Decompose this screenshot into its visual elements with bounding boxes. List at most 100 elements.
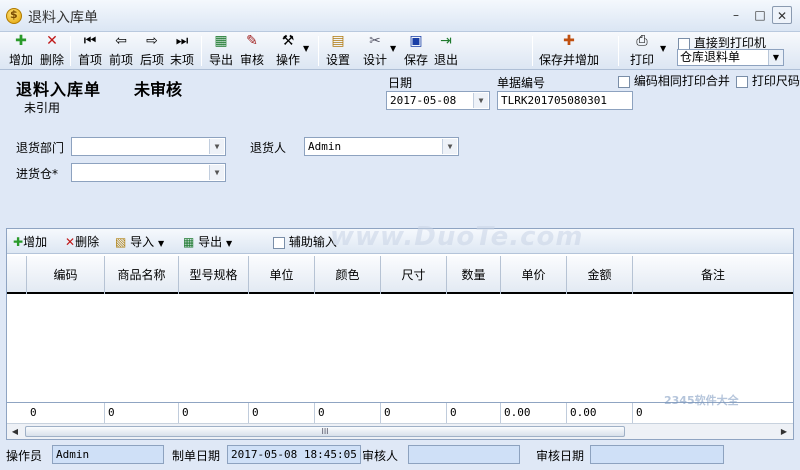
maximize-button[interactable]: □ <box>750 6 770 24</box>
docno-field[interactable]: TLRK201705080301 <box>497 91 633 110</box>
summary-cell: 0 <box>105 403 179 423</box>
design-button[interactable]: ✂ 设计 <box>360 33 390 69</box>
column-header[interactable]: 颜色 <box>315 256 381 294</box>
cross-icon: ✕ <box>46 33 58 49</box>
detail-delete-button[interactable]: ✕删除 <box>65 233 99 250</box>
print-template-select[interactable]: 仓库退料单 ▼ <box>677 49 784 66</box>
add-button[interactable]: ✚ 增加 <box>6 33 36 69</box>
created-date-value: 2017-05-08 18:45:05 <box>227 445 361 464</box>
delete-button[interactable]: ✕ 删除 <box>38 33 66 69</box>
operate-dropdown-icon[interactable]: ▼ <box>303 44 309 53</box>
grid-body[interactable] <box>7 296 793 400</box>
date-field[interactable]: 2017-05-08 ▼ <box>386 91 490 110</box>
audit-button[interactable]: ✎ 审核 <box>238 33 266 69</box>
summary-cell: 0 <box>381 403 447 423</box>
save-add-icon: ✚ <box>563 33 575 49</box>
excel-icon: ▦ <box>183 235 195 249</box>
row-indicator-header <box>7 256 27 294</box>
auditor-label: 审核人 <box>362 449 399 463</box>
column-header[interactable]: 尺寸 <box>381 256 447 294</box>
chevron-down-icon: ▼ <box>768 50 783 65</box>
tools-icon: ⚒ <box>281 33 295 49</box>
prev-button[interactable]: ⇦ 前项 <box>106 33 136 69</box>
first-button[interactable]: ⏮ 首项 <box>76 33 104 69</box>
print-dropdown-icon[interactable]: ▼ <box>660 44 666 53</box>
title-bar <box>0 0 800 32</box>
next-button[interactable]: ⇨ 后项 <box>138 33 166 69</box>
date-label: 日期 <box>388 76 413 90</box>
audit-date-value <box>590 445 724 464</box>
close-button[interactable]: ✕ <box>772 6 792 24</box>
operate-button[interactable]: ⚒ 操作 <box>272 33 304 69</box>
summary-cell: 0 <box>27 403 105 423</box>
auditor-value <box>408 445 520 464</box>
arrow-left-icon: ⇦ <box>115 33 127 49</box>
docno-label: 单据编号 <box>497 76 546 90</box>
export-button[interactable]: ▦ 导出 <box>206 33 236 69</box>
scroll-thumb[interactable]: III <box>25 426 625 437</box>
chevron-down-icon: ▼ <box>158 239 165 248</box>
watermark-logo: 2345软件大全 <box>664 394 739 407</box>
design-dropdown-icon[interactable]: ▼ <box>390 44 396 53</box>
detail-export-button[interactable]: ▦ 导出 ▼ <box>183 233 232 250</box>
settings-button[interactable]: ▤ 设置 <box>324 33 352 69</box>
horizontal-scrollbar[interactable]: ◀ III ▶ <box>7 423 793 439</box>
audit-date-label: 审核日期 <box>536 449 585 463</box>
app-icon <box>6 8 22 24</box>
summary-cell: 0 <box>179 403 249 423</box>
scroll-left-icon[interactable]: ◀ <box>8 425 22 438</box>
column-header[interactable]: 编码 <box>27 256 105 294</box>
column-header[interactable]: 数量 <box>447 256 501 294</box>
stamp-icon: ✎ <box>246 33 258 49</box>
window-title: 退料入库单 <box>28 10 98 26</box>
paperclip-icon: ✂ <box>369 33 381 49</box>
column-header[interactable]: 单位 <box>249 256 315 294</box>
created-date-label: 制单日期 <box>172 449 221 463</box>
last-button[interactable]: ⏭ 末项 <box>168 33 196 69</box>
dept-select[interactable]: ▼ <box>71 137 226 156</box>
print-button[interactable]: ⎙ 打印 <box>626 33 658 69</box>
dept-label: 退货部门 <box>16 141 65 155</box>
cross-icon: ✕ <box>65 235 76 249</box>
column-header[interactable]: 备注 <box>633 256 793 294</box>
scroll-right-icon[interactable]: ▶ <box>777 425 791 438</box>
warehouse-select[interactable]: ▼ <box>71 163 226 182</box>
floppy-icon: ▣ <box>409 33 423 49</box>
operator-value: Admin <box>52 445 164 464</box>
first-icon: ⏮ <box>83 33 97 49</box>
summary-cell: 0 <box>447 403 501 423</box>
summary-cell: 0 <box>249 403 315 423</box>
settings-icon: ▤ <box>331 33 345 49</box>
column-header[interactable]: 单价 <box>501 256 567 294</box>
minimize-button[interactable]: – <box>726 6 746 24</box>
audit-status: 未审核 <box>134 80 183 99</box>
exit-icon: ⇥ <box>440 33 452 49</box>
column-header[interactable]: 型号规格 <box>179 256 249 294</box>
arrow-right-icon: ⇨ <box>146 33 158 49</box>
summary-cell: 0 <box>315 403 381 423</box>
column-header[interactable]: 金额 <box>567 256 633 294</box>
chevron-down-icon: ▼ <box>226 239 233 248</box>
printer-icon: ⎙ <box>636 33 648 49</box>
print-size-checkbox[interactable]: 打印尺码 <box>736 72 800 89</box>
detail-add-button[interactable]: ✚增加 <box>13 233 47 250</box>
plus-icon: ✚ <box>15 33 27 49</box>
import-icon: ▧ <box>115 235 127 249</box>
column-header[interactable]: 商品名称 <box>105 256 179 294</box>
plus-icon: ✚ <box>13 235 24 249</box>
warehouse-label: 进货仓* <box>16 167 59 181</box>
summary-cell: 0.00 <box>501 403 567 423</box>
exit-button[interactable]: ⇥ 退出 <box>432 33 460 69</box>
returner-select[interactable]: Admin ▼ <box>304 137 459 156</box>
grid-header: 编码 商品名称 型号规格 单位 颜色 尺寸 数量 单价 金额 备注 <box>7 256 793 294</box>
document-title: 退料入库单 <box>16 80 102 99</box>
save-and-add-button[interactable]: ✚ 保存并增加 <box>538 33 600 69</box>
status-bar: 操作员 Admin 制单日期 2017-05-08 18:45:05 审核人 审… <box>0 440 800 470</box>
aux-input-checkbox[interactable]: 辅助输入 <box>273 233 337 250</box>
detail-import-button[interactable]: ▧ 导入 ▼ <box>115 233 164 250</box>
chevron-down-icon: ▼ <box>209 139 224 154</box>
save-button[interactable]: ▣ 保存 <box>402 33 430 69</box>
merge-print-checkbox[interactable]: 编码相同打印合并 <box>618 72 730 89</box>
reference-status: 未引用 <box>24 101 61 115</box>
watermark: www.DuoTe.com <box>330 222 584 252</box>
